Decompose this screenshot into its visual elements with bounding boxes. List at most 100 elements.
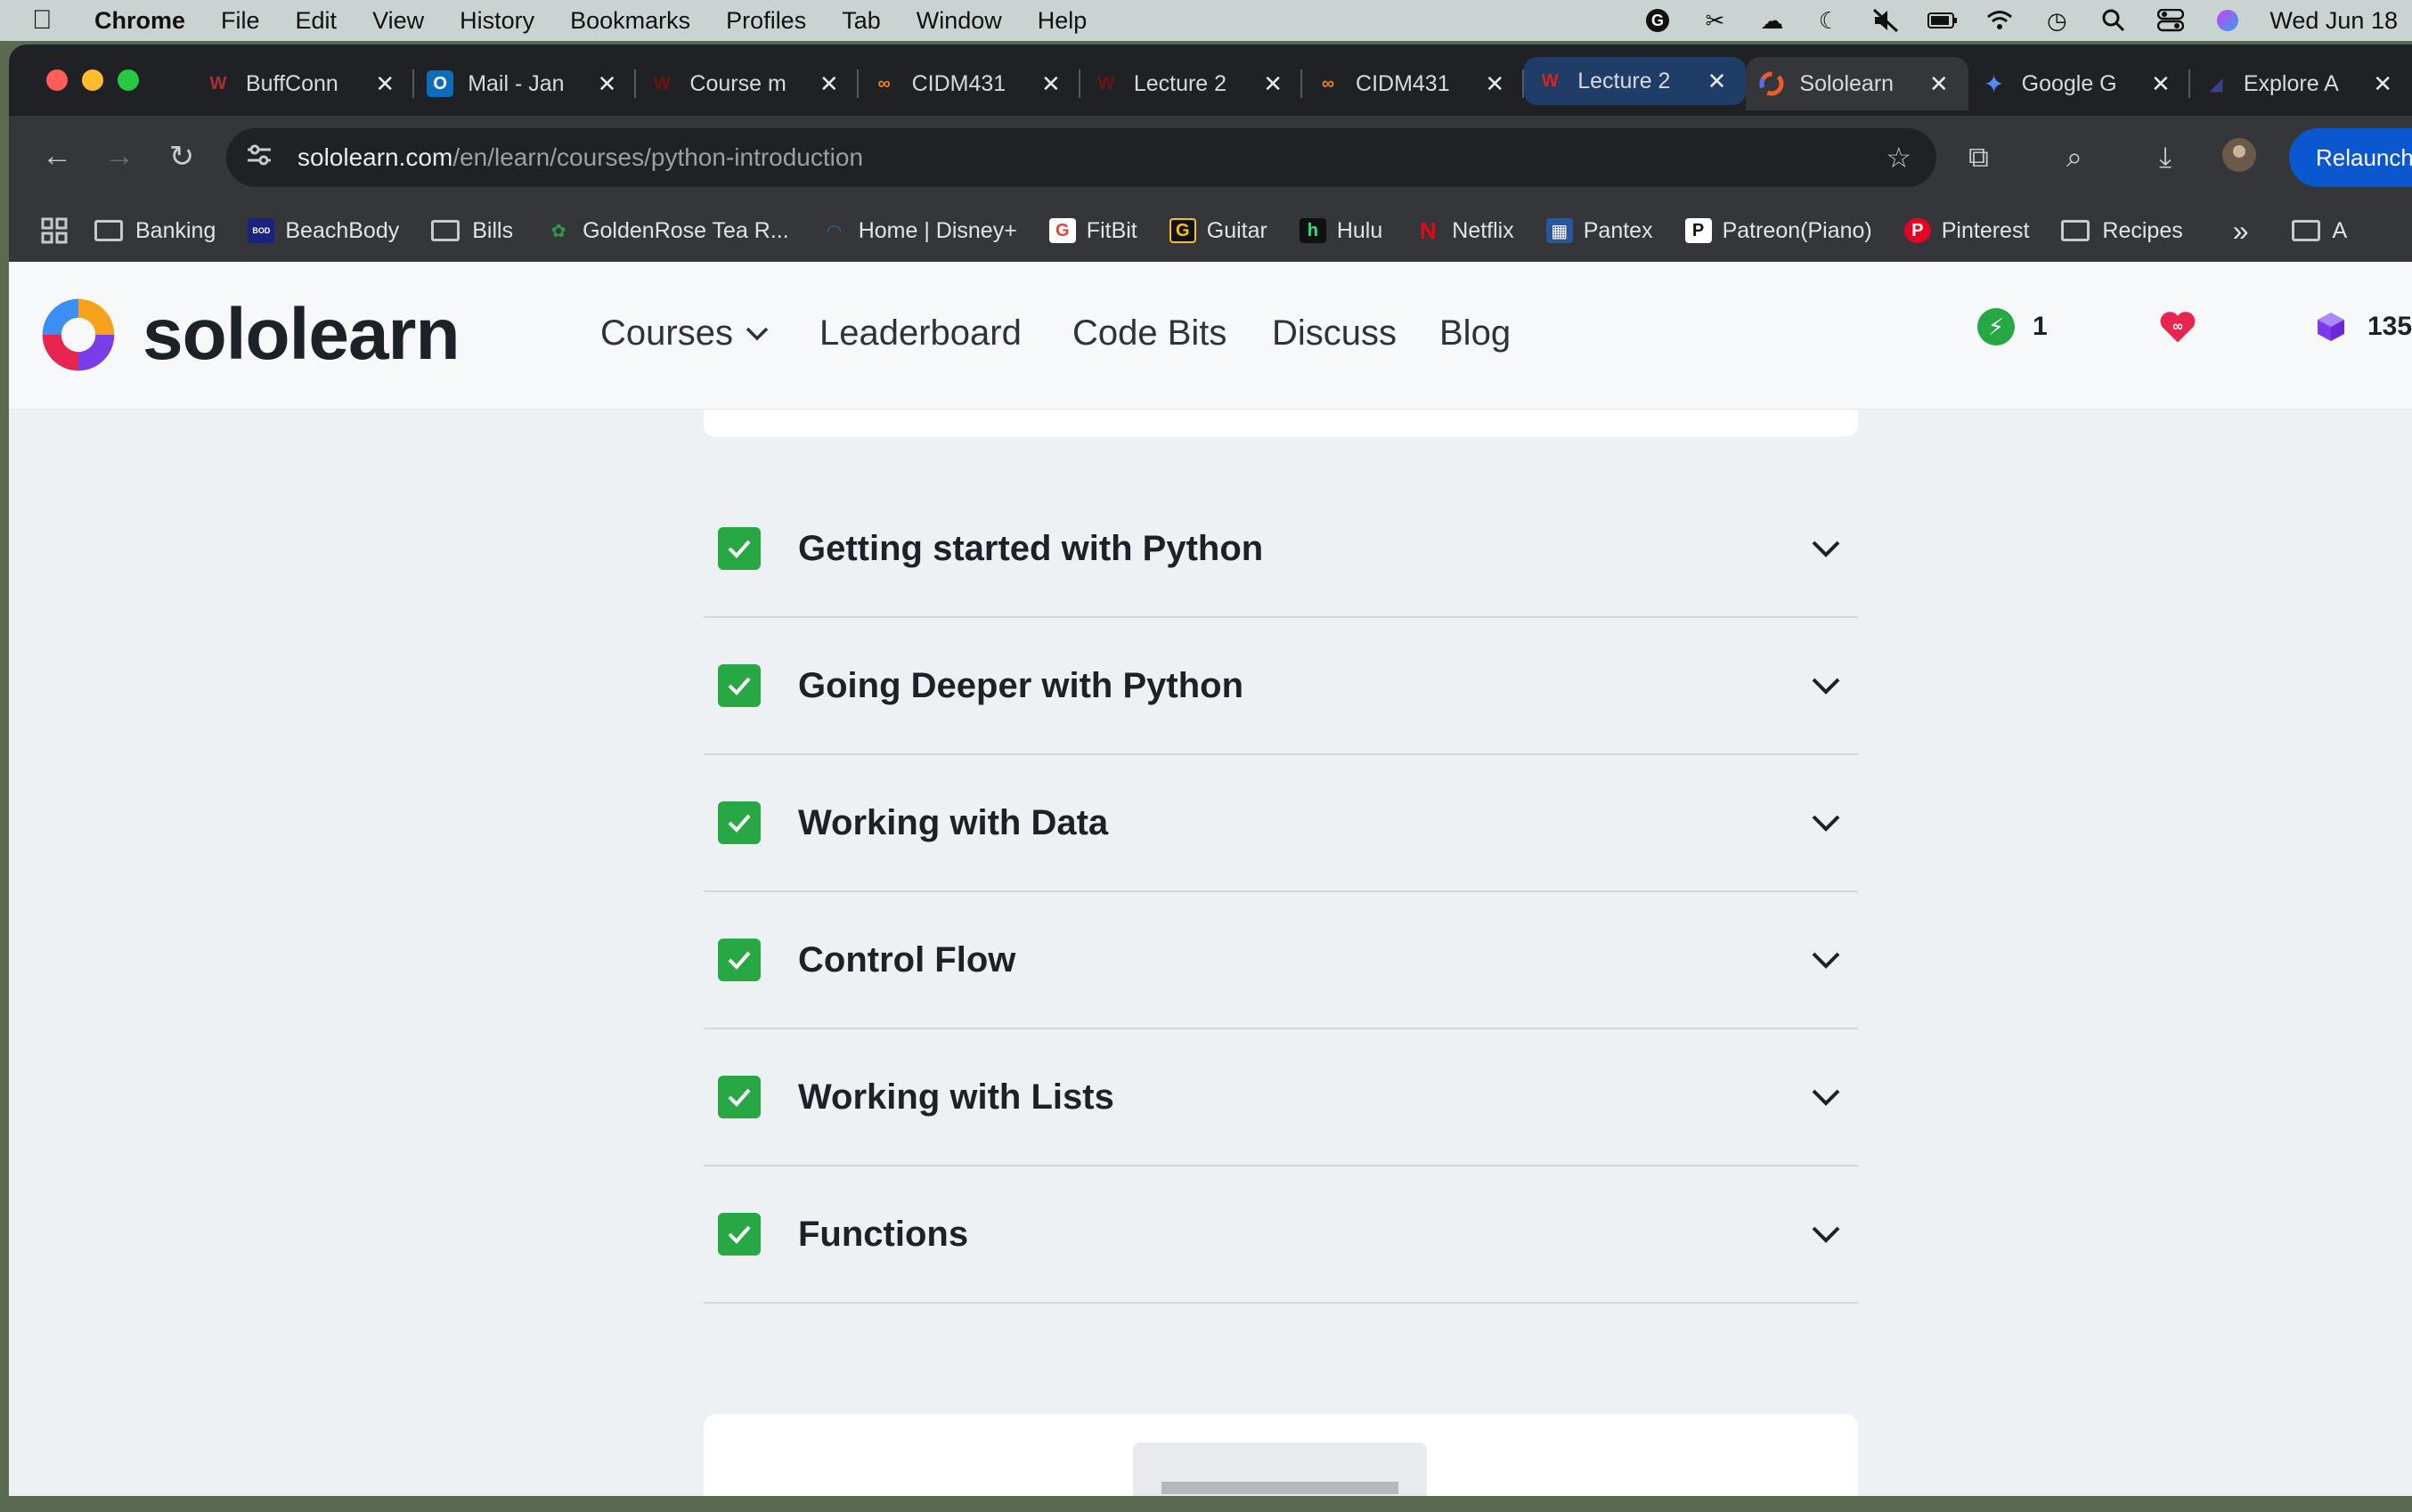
bookmark-bills[interactable]: Bills xyxy=(431,218,513,244)
relaunch-button[interactable]: Relaunch to xyxy=(2289,128,2412,187)
module-row[interactable]: Working with Data xyxy=(704,755,1858,892)
minimize-window-button[interactable] xyxy=(82,69,103,91)
chevron-down-icon[interactable] xyxy=(1808,1079,1844,1115)
nav-courses[interactable]: Courses xyxy=(600,313,769,354)
chevron-down-icon[interactable] xyxy=(1808,942,1844,978)
menu-profiles[interactable]: Profiles xyxy=(726,7,806,35)
tab-label: Google G xyxy=(2021,70,2117,96)
module-row[interactable]: Getting started with Python xyxy=(704,481,1858,618)
close-window-button[interactable] xyxy=(46,69,68,91)
bookmark-a-folder[interactable]: A xyxy=(2291,218,2347,244)
close-tab-icon[interactable]: ✕ xyxy=(1485,70,1504,98)
address-bar[interactable]: sololearn.com/en/learn/courses/python-in… xyxy=(226,128,1936,187)
bookmark-netflix[interactable]: N Netflix xyxy=(1414,217,1514,244)
chevron-down-icon[interactable] xyxy=(1808,668,1844,703)
nav-leaderboard[interactable]: Leaderboard xyxy=(819,313,1022,354)
menu-history[interactable]: History xyxy=(460,7,534,35)
svg-text:G: G xyxy=(1651,12,1664,29)
spotlight-search-icon[interactable] xyxy=(2098,7,2129,34)
module-row[interactable]: Working with Lists xyxy=(704,1029,1858,1167)
close-tab-icon[interactable]: ✕ xyxy=(819,70,839,98)
tab-lecture-1[interactable]: W Lecture 2 ✕ xyxy=(1080,57,1303,110)
bookmark-pantex[interactable]: ▦ Pantex xyxy=(1545,218,1653,244)
bookmark-label: Hulu xyxy=(1336,217,1383,243)
bookmark-patreon[interactable]: P Patreon(Piano) xyxy=(1684,218,1872,244)
menu-edit[interactable]: Edit xyxy=(296,7,338,35)
tab-course[interactable]: W Course m ✕ xyxy=(636,57,859,110)
grammarly-icon[interactable]: G xyxy=(1642,7,1673,34)
chevron-down-icon[interactable] xyxy=(1808,805,1844,841)
wifi-icon[interactable] xyxy=(1984,7,2015,34)
tab-cidm-2[interactable]: ∞ CIDM431 ✕ xyxy=(1302,57,1525,110)
site-info-icon[interactable] xyxy=(246,143,278,173)
hearts-counter[interactable]: ∞ xyxy=(2159,308,2214,345)
close-tab-icon[interactable]: ✕ xyxy=(598,70,617,98)
close-tab-icon[interactable]: ✕ xyxy=(2373,70,2392,98)
menu-file[interactable]: File xyxy=(221,7,260,35)
tab-lecture-2[interactable]: W Lecture 2 ✕ xyxy=(1524,57,1747,105)
beachbody-icon: BOD xyxy=(248,218,275,243)
weather-icon[interactable]: ☁ xyxy=(1756,7,1787,34)
lecture-icon: W xyxy=(1097,73,1115,93)
close-tab-icon[interactable]: ✕ xyxy=(2151,70,2171,98)
apps-grid-icon[interactable] xyxy=(41,217,68,244)
menu-view[interactable]: View xyxy=(372,7,424,35)
tab-mail[interactable]: O Mail - Jan ✕ xyxy=(414,57,637,110)
profile-avatar[interactable] xyxy=(2221,137,2257,180)
heart-infinity-icon: ∞ xyxy=(2159,308,2196,345)
chevron-down-icon[interactable] xyxy=(1808,1216,1844,1252)
menu-help[interactable]: Help xyxy=(1038,7,1088,35)
apple-icon[interactable]:  xyxy=(32,5,68,36)
tab-buffconnect[interactable]: W BuffConn ✕ xyxy=(192,57,415,110)
control-center-icon[interactable] xyxy=(2155,7,2186,34)
nav-blog[interactable]: Blog xyxy=(1439,313,1511,354)
bookmark-beachbody[interactable]: BOD BeachBody xyxy=(248,218,399,244)
menu-bookmarks[interactable]: Bookmarks xyxy=(570,7,690,35)
bookmark-recipes[interactable]: Recipes xyxy=(2061,218,2183,244)
time-machine-icon[interactable]: ◷ xyxy=(2041,7,2072,34)
scissors-icon[interactable]: ✂ xyxy=(1699,7,1730,34)
module-row[interactable]: Functions xyxy=(704,1167,1858,1304)
bits-counter[interactable]: 135 xyxy=(2312,308,2412,345)
close-tab-icon[interactable]: ✕ xyxy=(1041,70,1061,98)
menu-clock[interactable]: Wed Jun 18 xyxy=(2269,7,2398,35)
tab-search-icon[interactable]: ⌕ xyxy=(2066,141,2082,175)
battery-icon[interactable] xyxy=(1927,7,1958,34)
bookmark-star-icon[interactable]: ☆ xyxy=(1886,141,1911,175)
bookmark-disney[interactable]: ◠ Home | Disney+ xyxy=(821,218,1017,244)
download-icon[interactable]: ⤓ xyxy=(2159,141,2172,175)
bookmark-guitar[interactable]: G Guitar xyxy=(1169,218,1267,244)
tab-sololearn[interactable]: Sololearn ✕ xyxy=(1746,57,1968,110)
bookmarks-overflow-chevron-icon[interactable]: » xyxy=(2233,215,2249,248)
reload-icon[interactable]: ↻ xyxy=(164,139,200,175)
menu-window[interactable]: Window xyxy=(917,7,1002,35)
bookmark-hulu[interactable]: h Hulu xyxy=(1299,217,1383,244)
tab-google-gemini[interactable]: ✦ Google G ✕ xyxy=(1968,57,2190,110)
nav-discuss[interactable]: Discuss xyxy=(1272,313,1397,354)
menu-tab[interactable]: Tab xyxy=(842,7,881,35)
tab-cidm-1[interactable]: ∞ CIDM431 ✕ xyxy=(859,57,1080,110)
moon-icon[interactable]: ☾ xyxy=(1813,7,1844,34)
module-row[interactable]: Control Flow xyxy=(704,892,1858,1029)
close-tab-icon[interactable]: ✕ xyxy=(1929,70,1949,98)
close-tab-icon[interactable]: ✕ xyxy=(1707,68,1727,95)
tab-explore[interactable]: ◢ Explore A ✕ xyxy=(2190,57,2412,110)
extensions-icon[interactable]: ⧉ xyxy=(1968,141,1989,175)
siri-icon[interactable] xyxy=(2212,7,2243,34)
bookmark-pinterest[interactable]: P Pinterest xyxy=(1903,218,2029,244)
bookmark-banking[interactable]: Banking xyxy=(94,218,216,244)
mute-icon[interactable] xyxy=(1870,7,1901,34)
forward-arrow-icon[interactable]: → xyxy=(102,139,137,174)
bookmark-goldenrose[interactable]: ✿ GoldenRose Tea R... xyxy=(545,218,789,244)
close-tab-icon[interactable]: ✕ xyxy=(1263,70,1283,98)
back-arrow-icon[interactable]: ← xyxy=(39,139,75,174)
bookmark-fitbit[interactable]: G FitBit xyxy=(1048,218,1137,244)
nav-code-bits[interactable]: Code Bits xyxy=(1072,313,1226,354)
close-tab-icon[interactable]: ✕ xyxy=(375,70,395,98)
menu-app-name[interactable]: Chrome xyxy=(94,7,185,35)
module-row[interactable]: Going Deeper with Python xyxy=(704,618,1858,755)
chevron-down-icon[interactable] xyxy=(1808,531,1844,566)
zoom-window-button[interactable] xyxy=(118,69,139,91)
streak-counter[interactable]: ⚡ 1 xyxy=(1977,308,2048,345)
sololearn-logo[interactable]: sololearn xyxy=(36,292,460,378)
